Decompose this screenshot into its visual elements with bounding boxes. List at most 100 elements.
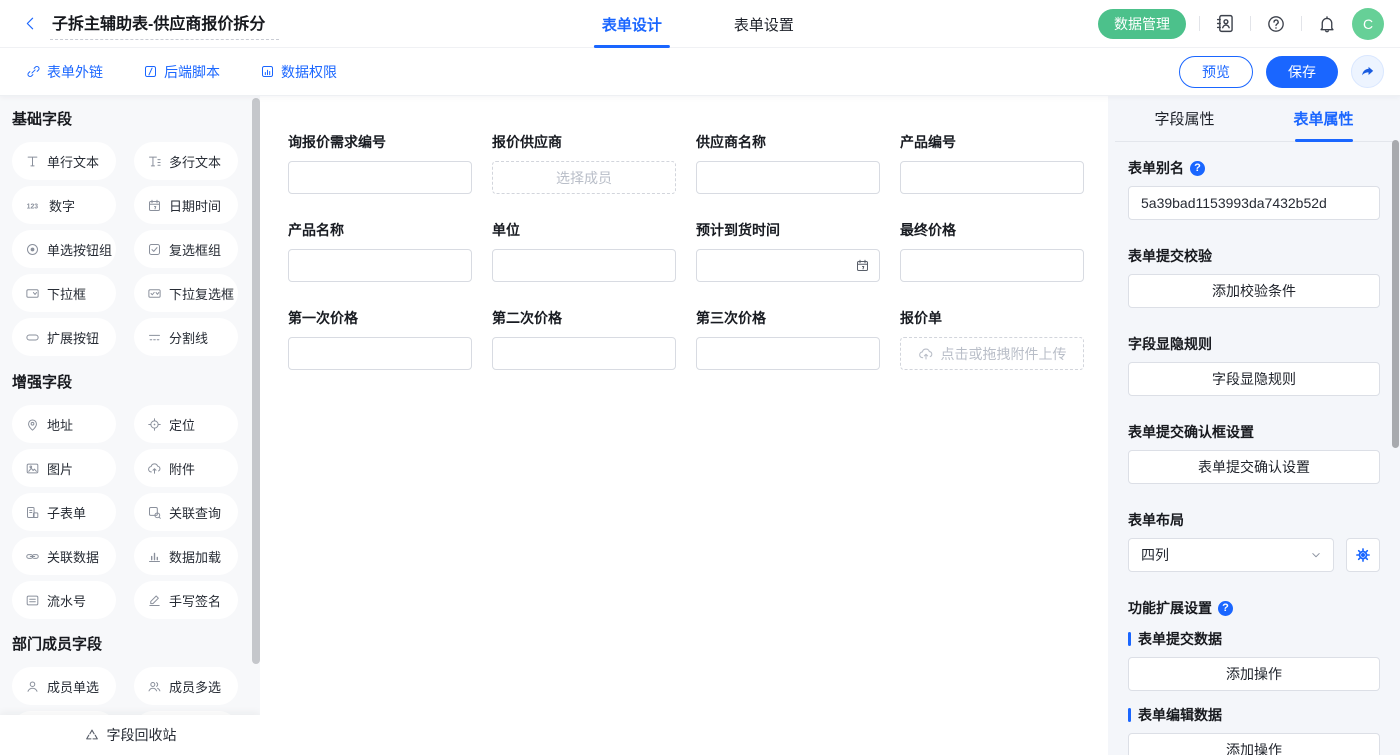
avatar[interactable]: C — [1352, 8, 1384, 40]
tab-form-design[interactable]: 表单设计 — [594, 0, 670, 48]
single-line-text-icon — [25, 154, 40, 169]
member-picker-placeholder: 选择成员 — [556, 168, 612, 188]
pill-label: 分割线 — [169, 328, 208, 347]
layout-settings-button[interactable] — [1346, 538, 1380, 572]
text-input[interactable] — [900, 249, 1084, 282]
pill-label: 成员多选 — [169, 677, 221, 696]
text-input[interactable] — [492, 249, 676, 282]
member-single-icon — [25, 679, 40, 694]
field-visibility-button[interactable]: 字段显隐规则 — [1128, 362, 1380, 396]
form-external-link[interactable]: 表单外链 — [26, 62, 103, 82]
signature-icon — [147, 593, 162, 608]
field-type-related-query[interactable]: 关联查询 — [134, 493, 238, 531]
field-type-multi-line-text[interactable]: 多行文本 — [134, 142, 238, 180]
help-icon[interactable] — [1264, 12, 1288, 36]
field-type-address[interactable]: 地址 — [12, 405, 116, 443]
field-label: 询报价需求编号 — [288, 132, 472, 152]
multi-line-text-icon — [147, 154, 162, 169]
preview-button[interactable]: 预览 — [1179, 56, 1253, 88]
properties-scrollbar[interactable] — [1392, 140, 1399, 448]
field-label: 产品编号 — [900, 132, 1084, 152]
form-fields-grid: 询报价需求编号 报价供应商 选择成员 供应商名称 产品编号 产品名称 — [288, 132, 1108, 370]
help-icon[interactable]: ? — [1190, 161, 1205, 176]
text-input[interactable] — [696, 337, 880, 370]
pill-label: 附件 — [169, 459, 195, 478]
add-validation-button[interactable]: 添加校验条件 — [1128, 274, 1380, 308]
help-icon[interactable]: ? — [1218, 601, 1233, 616]
field-type-signature[interactable]: 手写签名 — [134, 581, 238, 619]
save-button[interactable]: 保存 — [1266, 56, 1338, 88]
field-type-data-load[interactable]: 数据加载 — [134, 537, 238, 575]
text-input[interactable] — [696, 161, 880, 194]
enhanced-fields-grid: 地址 定位 图片 附件 子表单 关联查询 关联数据 数据加载 流水号 手写签名 — [12, 405, 260, 619]
toolbar-actions: 预览 保存 — [1179, 55, 1384, 88]
section-title-enhanced-fields: 增强字段 — [12, 373, 260, 393]
sidebar-scrollbar[interactable] — [252, 98, 260, 664]
image-icon — [25, 461, 40, 476]
field-type-serial-number[interactable]: 流水号 — [12, 581, 116, 619]
field-type-image[interactable]: 图片 — [12, 449, 116, 487]
divider — [1199, 16, 1200, 31]
field-type-subform[interactable]: 子表单 — [12, 493, 116, 531]
pill-label: 图片 — [47, 459, 73, 478]
layout-select-value: 四列 — [1141, 545, 1169, 565]
serial-number-icon — [25, 593, 40, 608]
chevron-down-icon — [1309, 548, 1323, 562]
calendar-icon — [855, 258, 870, 273]
field-type-member-multi[interactable]: 成员多选 — [134, 667, 238, 705]
field-type-locate[interactable]: 定位 — [134, 405, 238, 443]
divider — [1250, 16, 1251, 31]
form-alias-input[interactable]: 5a39bad1153993da7432b52d — [1128, 186, 1380, 220]
share-arrow-icon — [1359, 63, 1376, 80]
field-type-divider-line[interactable]: 分割线 — [134, 318, 238, 356]
field-type-extended-button[interactable]: 扩展按钮 — [12, 318, 116, 356]
accent-bar — [1128, 708, 1131, 722]
field-type-single-line-text[interactable]: 单行文本 — [12, 142, 116, 180]
tab-form-properties[interactable]: 表单属性 — [1254, 96, 1393, 141]
field-type-checkbox-group[interactable]: 复选框组 — [134, 230, 238, 268]
edit-data-add-button[interactable]: 添加操作 — [1128, 733, 1380, 755]
radio-group-icon — [25, 242, 40, 257]
extension-settings-label: 功能扩展设置 ? — [1128, 598, 1380, 618]
form-field: 预计到货时间 — [696, 220, 880, 282]
text-input[interactable] — [900, 161, 1084, 194]
field-type-radio-group[interactable]: 单选按钮组 — [12, 230, 116, 268]
text-input[interactable] — [288, 249, 472, 282]
attachment-icon — [147, 461, 162, 476]
field-label: 第三次价格 — [696, 308, 880, 328]
text-input[interactable] — [288, 161, 472, 194]
attachment-upload[interactable]: 点击或拖拽附件上传 — [900, 337, 1084, 370]
field-type-dropdown[interactable]: 下拉框 — [12, 274, 116, 312]
data-permission-link[interactable]: 数据权限 — [260, 62, 337, 82]
data-manage-button[interactable]: 数据管理 — [1098, 9, 1186, 39]
field-type-related-data[interactable]: 关联数据 — [12, 537, 116, 575]
tab-field-properties[interactable]: 字段属性 — [1115, 96, 1254, 141]
submit-data-add-button[interactable]: 添加操作 — [1128, 657, 1380, 691]
field-type-datetime[interactable]: 日期时间 — [134, 186, 238, 224]
field-type-member-single[interactable]: 成员单选 — [12, 667, 116, 705]
field-type-multi-dropdown[interactable]: 下拉复选框 — [134, 274, 238, 312]
field-type-attachment[interactable]: 附件 — [134, 449, 238, 487]
confirm-box-button[interactable]: 表单提交确认设置 — [1128, 450, 1380, 484]
toolbar-links: 表单外链 后端脚本 数据权限 — [26, 62, 337, 82]
text-input[interactable] — [288, 337, 472, 370]
layout-select[interactable]: 四列 — [1128, 538, 1334, 572]
date-input[interactable] — [696, 249, 880, 282]
contacts-book-icon[interactable] — [1213, 12, 1237, 36]
pill-label: 下拉框 — [47, 284, 86, 303]
notification-bell-icon[interactable] — [1315, 12, 1339, 36]
share-button[interactable] — [1351, 55, 1384, 88]
script-icon — [143, 64, 158, 79]
back-button[interactable] — [18, 12, 42, 36]
backend-script-link[interactable]: 后端脚本 — [143, 62, 220, 82]
tab-form-settings[interactable]: 表单设置 — [726, 0, 802, 48]
form-title[interactable]: 子拆主辅助表-供应商报价拆分 — [50, 8, 279, 40]
text-input[interactable] — [492, 337, 676, 370]
field-type-number[interactable]: 数字 — [12, 186, 116, 224]
field-recycle-bin[interactable]: 字段回收站 — [0, 715, 260, 755]
form-field: 报价供应商 选择成员 — [492, 132, 676, 194]
properties-tabs: 字段属性 表单属性 — [1115, 96, 1393, 142]
form-layout-label: 表单布局 — [1128, 510, 1380, 530]
member-picker[interactable]: 选择成员 — [492, 161, 676, 194]
properties-panel: 字段属性 表单属性 表单别名 ? 5a39bad1153993da7432b52… — [1108, 96, 1400, 755]
